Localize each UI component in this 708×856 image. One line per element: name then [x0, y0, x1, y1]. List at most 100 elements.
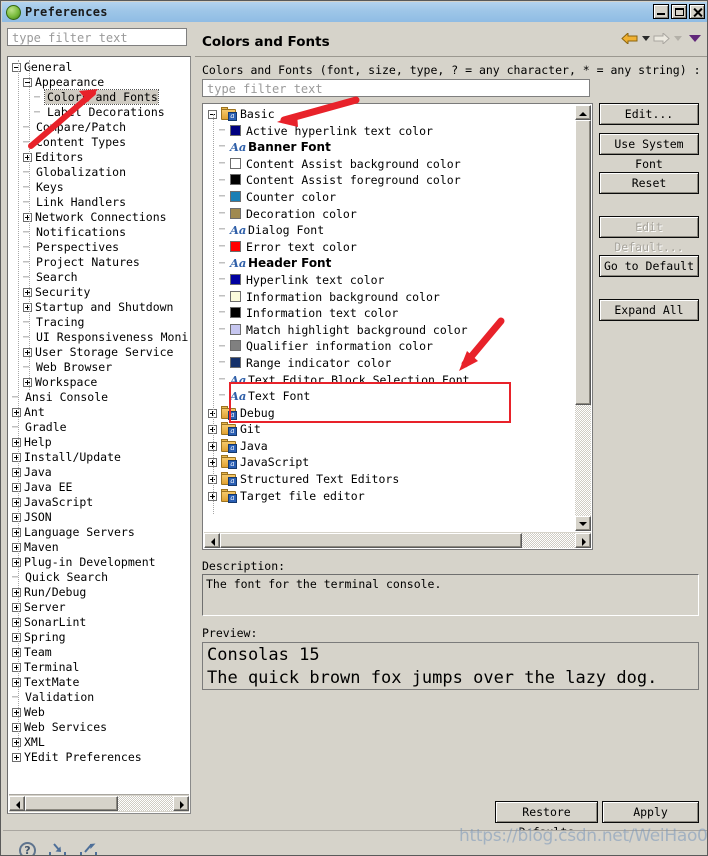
- export-preferences-icon[interactable]: [79, 842, 98, 855]
- sidebar-item-web[interactable]: Web: [8, 705, 190, 720]
- expand-plus-icon[interactable]: [23, 303, 32, 312]
- sidebar-item-ui-responsiveness-moni[interactable]: ⋯ UI Responsiveness Moni: [8, 330, 190, 345]
- sidebar-filter-input[interactable]: type filter text: [7, 28, 187, 46]
- sidebar-item-security[interactable]: Security: [8, 285, 190, 300]
- tree-entry-counter-color[interactable]: ⋯ Counter color: [203, 189, 576, 206]
- scroll-up-button[interactable]: [575, 105, 591, 120]
- sidebar-item-java[interactable]: Java: [8, 465, 190, 480]
- color-swatch[interactable]: [230, 307, 241, 319]
- sidebar-item-terminal[interactable]: Terminal: [8, 660, 190, 675]
- tree-entry-information-text-color[interactable]: ⋯ Information text color: [203, 305, 576, 322]
- minimize-button[interactable]: [653, 4, 669, 19]
- expand-plus-icon[interactable]: [12, 453, 21, 462]
- tree-scroll-right-button[interactable]: [575, 532, 591, 548]
- go-to-default-button[interactable]: Go to Default: [599, 255, 699, 277]
- sidebar-item-javascript[interactable]: JavaScript: [8, 495, 190, 510]
- color-swatch[interactable]: [230, 157, 241, 169]
- color-swatch[interactable]: [230, 207, 241, 219]
- sidebar-item-gradle[interactable]: ⋯ Gradle: [8, 420, 190, 435]
- sidebar-item-perspectives[interactable]: ⋯ Perspectives: [8, 240, 190, 255]
- sidebar-hscrollbar[interactable]: [9, 794, 189, 812]
- expand-plus-icon[interactable]: [12, 738, 21, 747]
- view-menu-triangle-icon[interactable]: [689, 34, 701, 42]
- expand-plus-icon[interactable]: [12, 708, 21, 717]
- expand-plus-icon[interactable]: [12, 723, 21, 732]
- sidebar-tree[interactable]: General Appearance ⋯ Colors and Fonts ⋯ Label…: [7, 56, 191, 814]
- sidebar-item-run-debug[interactable]: Run/Debug: [8, 585, 190, 600]
- expand-plus-icon[interactable]: [23, 153, 32, 162]
- expand-plus-icon[interactable]: [12, 663, 21, 672]
- close-button[interactable]: [689, 4, 705, 19]
- sidebar-scroll-trough[interactable]: [25, 796, 173, 811]
- use-system-font-button[interactable]: Use System Font: [599, 133, 699, 171]
- expand-plus-icon[interactable]: [23, 378, 32, 387]
- sidebar-item-label-decorations[interactable]: ⋯ Label Decorations: [8, 105, 190, 120]
- color-swatch[interactable]: [230, 240, 241, 252]
- expand-all-button[interactable]: Expand All: [599, 299, 699, 321]
- color-swatch[interactable]: [230, 273, 241, 285]
- expand-plus-icon[interactable]: [23, 288, 32, 297]
- sidebar-item-general[interactable]: General: [8, 60, 190, 75]
- tree-category-structured-text-editors[interactable]: a Structured Text Editors: [203, 471, 576, 488]
- sidebar-scroll-thumb[interactable]: [25, 796, 119, 811]
- tree-entry-error-text-color[interactable]: ⋯ Error text color: [203, 239, 576, 256]
- tree-entry-range-indicator-color[interactable]: ⋯ Range indicator color: [203, 355, 576, 372]
- tree-entry-decoration-color[interactable]: ⋯ Decoration color: [203, 206, 576, 223]
- forward-arrow-icon[interactable]: [653, 30, 671, 46]
- tree-entry-content-assist-foreground-color[interactable]: ⋯ Content Assist foreground color: [203, 172, 576, 189]
- sidebar-item-appearance[interactable]: Appearance: [8, 75, 190, 90]
- sidebar-item-user-storage-service[interactable]: User Storage Service: [8, 345, 190, 360]
- sidebar-item-network-connections[interactable]: Network Connections: [8, 210, 190, 225]
- tree-category-javascript[interactable]: a JavaScript: [203, 454, 576, 471]
- tree-vscroll-trough[interactable]: [575, 120, 591, 516]
- tree-hscrollbar[interactable]: [204, 532, 591, 548]
- sidebar-item-help[interactable]: Help: [8, 435, 190, 450]
- colors-fonts-filter-input[interactable]: type filter text: [202, 79, 590, 97]
- tree-entry-header-font[interactable]: ⋯ Aa Header Font: [203, 255, 576, 272]
- expand-plus-icon[interactable]: [23, 348, 32, 357]
- tree-entry-active-hyperlink-text-color[interactable]: ⋯ Active hyperlink text color: [203, 123, 576, 140]
- expand-plus-icon[interactable]: [12, 498, 21, 507]
- question-mark-help-icon[interactable]: ?: [19, 842, 36, 855]
- sidebar-item-globalization[interactable]: ⋯ Globalization: [8, 165, 190, 180]
- sidebar-item-link-handlers[interactable]: ⋯ Link Handlers: [8, 195, 190, 210]
- color-swatch[interactable]: [230, 190, 241, 202]
- tree-scroll-left-button[interactable]: [204, 532, 220, 548]
- import-preferences-icon[interactable]: [48, 842, 67, 855]
- tree-hscroll-thumb[interactable]: [220, 532, 522, 548]
- expand-plus-icon[interactable]: [12, 558, 21, 567]
- sidebar-item-project-natures[interactable]: ⋯ Project Natures: [8, 255, 190, 270]
- sidebar-item-sonarlint[interactable]: SonarLint: [8, 615, 190, 630]
- restore-defaults-button[interactable]: Restore Defaults: [495, 801, 598, 839]
- forward-history-chevron-down-icon[interactable]: [674, 35, 682, 41]
- tree-entry-dialog-font[interactable]: ⋯ Aa Dialog Font: [203, 222, 576, 239]
- color-swatch[interactable]: [230, 323, 241, 335]
- tree-category-debug[interactable]: a Debug: [203, 405, 576, 422]
- expand-plus-icon[interactable]: [12, 483, 21, 492]
- sidebar-item-plug-in-development[interactable]: Plug-in Development: [8, 555, 190, 570]
- tree-entry-banner-font[interactable]: ⋯ Aa Banner Font: [203, 139, 576, 156]
- expand-plus-icon[interactable]: [12, 603, 21, 612]
- tree-category-target-file-editor[interactable]: a Target file editor: [203, 488, 576, 505]
- sidebar-item-ant[interactable]: Ant: [8, 405, 190, 420]
- color-swatch[interactable]: [230, 124, 241, 136]
- sidebar-item-workspace[interactable]: Workspace: [8, 375, 190, 390]
- sidebar-item-tracing[interactable]: ⋯ Tracing: [8, 315, 190, 330]
- collapse-minus-icon[interactable]: [23, 78, 32, 87]
- back-history-chevron-down-icon[interactable]: [642, 35, 650, 41]
- sidebar-item-search[interactable]: ⋯ Search: [8, 270, 190, 285]
- tree-category-java[interactable]: a Java: [203, 438, 576, 455]
- color-swatch[interactable]: [230, 174, 241, 186]
- sidebar-item-quick-search[interactable]: ⋯ Quick Search: [8, 570, 190, 585]
- scroll-down-button[interactable]: [575, 516, 591, 531]
- sidebar-item-startup-and-shutdown[interactable]: Startup and Shutdown: [8, 300, 190, 315]
- scroll-left-button[interactable]: [9, 796, 25, 811]
- sidebar-item-server[interactable]: Server: [8, 600, 190, 615]
- color-swatch[interactable]: [230, 290, 241, 302]
- expand-plus-icon[interactable]: [12, 543, 21, 552]
- expand-plus-icon[interactable]: [12, 438, 21, 447]
- expand-plus-icon[interactable]: [12, 468, 21, 477]
- expand-plus-icon[interactable]: [12, 618, 21, 627]
- tree-vscroll-thumb[interactable]: [575, 120, 591, 406]
- sidebar-item-content-types[interactable]: ⋯ Content Types: [8, 135, 190, 150]
